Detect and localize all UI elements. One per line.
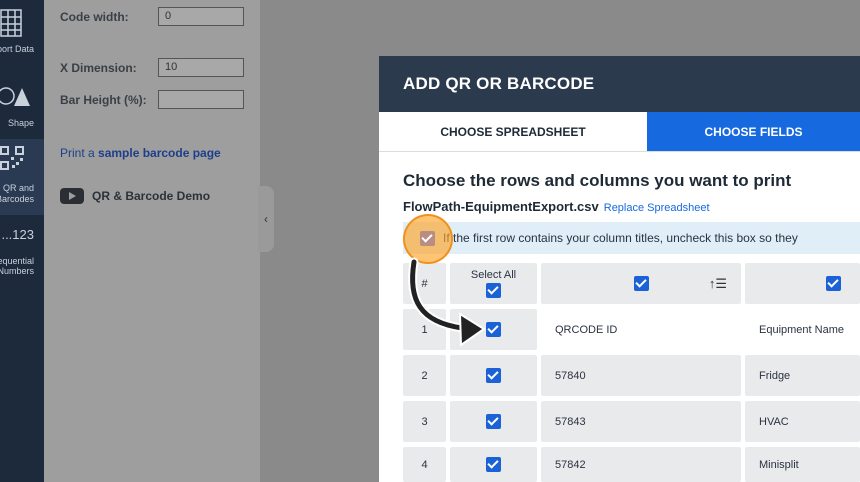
- qrcode-icon: [0, 146, 24, 170]
- column-2-checkbox[interactable]: [826, 276, 841, 291]
- select-all-label: Select All: [470, 269, 517, 281]
- chevron-left-icon: ‹: [264, 212, 268, 226]
- rail-label-seq-line2: Numbers: [0, 266, 34, 276]
- rail-label-qr-line2: Barcodes: [0, 194, 34, 204]
- table-cell: Fridge: [745, 355, 860, 396]
- fields-heading: Choose the rows and columns you want to …: [403, 171, 792, 190]
- sample-barcode-link[interactable]: sample barcode page: [98, 146, 221, 160]
- demo-link[interactable]: QR & Barcode Demo: [60, 188, 210, 204]
- bar-height-input[interactable]: [158, 90, 244, 109]
- row-select-cell: [450, 401, 537, 442]
- grid-icon: [0, 9, 22, 37]
- rail-label-seq-top: 123...: [1, 228, 34, 242]
- row-4-checkbox[interactable]: [486, 457, 501, 472]
- code-width-input[interactable]: 0: [158, 7, 244, 26]
- spreadsheet-filename: FlowPath-EquipmentExport.csv Replace Spre…: [403, 199, 710, 214]
- banner-text: If the first row contains your column ti…: [443, 231, 798, 245]
- rail-label-seq-line1: Sequential: [0, 256, 34, 266]
- tab-choose-spreadsheet[interactable]: CHOOSE SPREADSHEET: [379, 112, 647, 151]
- row-number: 4: [421, 458, 428, 471]
- shape-icon: [0, 87, 30, 106]
- row-number-cell: 2: [403, 355, 446, 396]
- table-cell: 57840: [541, 355, 741, 396]
- col-hash-label: #: [421, 277, 428, 290]
- sort-icon[interactable]: ↑☰: [709, 276, 727, 292]
- x-dimension-input[interactable]: 10: [158, 58, 244, 77]
- header-row-banner: If the first row contains your column ti…: [403, 222, 860, 254]
- sample-link-line: Print a sample barcode page: [60, 146, 221, 160]
- row-select-cell: [450, 447, 537, 482]
- modal-tabs: CHOOSE SPREADSHEET CHOOSE FIELDS: [379, 112, 860, 152]
- cell-text: 57840: [555, 369, 586, 382]
- select-all-cell: Select All: [450, 263, 537, 304]
- col-header-2: [745, 263, 860, 304]
- row-number: 2: [421, 369, 428, 382]
- cell-text: QRCODE ID: [555, 323, 618, 336]
- filename-text: FlowPath-EquipmentExport.csv: [403, 199, 599, 214]
- cell-text: HVAC: [759, 415, 789, 428]
- rail-label-import-data: Import Data: [0, 44, 34, 54]
- table-cell: 57842: [541, 447, 741, 482]
- table-cell: QRCODE ID: [541, 309, 741, 350]
- col-header-1: ↑☰: [541, 263, 741, 304]
- select-all-checkbox[interactable]: [486, 283, 501, 298]
- print-prefix: Print a: [60, 146, 99, 160]
- row-select-cell: [450, 355, 537, 396]
- youtube-play-icon: [60, 188, 84, 204]
- code-width-label: Code width:: [60, 10, 129, 24]
- bar-height-label: Bar Height (%):: [60, 93, 147, 107]
- row-number-cell: 1: [403, 309, 446, 350]
- row-2-checkbox[interactable]: [486, 368, 501, 383]
- table-cell: 57843: [541, 401, 741, 442]
- row-select-cell: [450, 309, 537, 350]
- row-1-checkbox[interactable]: [486, 322, 501, 337]
- row-number-cell: 3: [403, 401, 446, 442]
- collapse-panel-button[interactable]: ‹: [258, 186, 274, 252]
- modal-title: ADD QR OR BARCODE: [379, 56, 860, 112]
- row-number-cell: 4: [403, 447, 446, 482]
- col-header-number: #: [403, 263, 446, 304]
- settings-panel: Code width: 0 X Dimension: 10 Bar Height…: [44, 0, 260, 482]
- tab-choose-fields[interactable]: CHOOSE FIELDS: [647, 112, 860, 151]
- replace-spreadsheet-link[interactable]: Replace Spreadsheet: [604, 202, 710, 214]
- rail-label-shape: Shape: [7, 118, 34, 128]
- left-rail: Import Data Shape QR and Barcodes 123...…: [0, 0, 44, 482]
- row-number: 1: [421, 323, 428, 336]
- table-cell: Minisplit: [745, 447, 860, 482]
- demo-label: QR & Barcode Demo: [92, 189, 211, 203]
- first-row-titles-checkbox[interactable]: [420, 231, 435, 246]
- cell-text: 57842: [555, 458, 586, 471]
- cell-text: 57843: [555, 415, 586, 428]
- row-number: 3: [421, 415, 428, 428]
- cell-text: Equipment Name: [759, 323, 844, 336]
- table-cell: HVAC: [745, 401, 860, 442]
- x-dimension-label: X Dimension:: [60, 61, 137, 75]
- table-cell: Equipment Name: [745, 309, 860, 350]
- cell-text: Fridge: [759, 369, 791, 382]
- rail-label-qr-line1: QR and: [2, 183, 34, 193]
- column-1-checkbox[interactable]: [633, 276, 649, 291]
- cell-text: Minisplit: [759, 458, 799, 471]
- row-3-checkbox[interactable]: [486, 414, 501, 429]
